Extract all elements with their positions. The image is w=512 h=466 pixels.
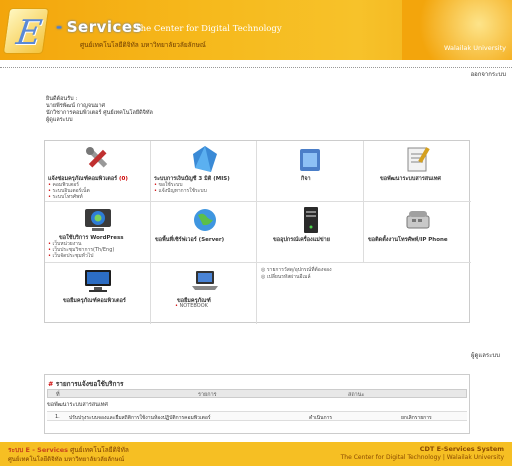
welcome-box: ยินดีต้อนรับ : นายพีรพัฒน์ กาญจนมาศ นักว… — [46, 96, 153, 124]
service-phone-title[interactable]: ขอติดตั้งงานโทรศัพท์/IP Phone — [368, 236, 448, 244]
footer-right-line2: The Center for Digital Technology | Wala… — [340, 454, 504, 461]
university-name: Walailak University — [444, 44, 506, 52]
report-header: ที่ รายการ สถานะ — [47, 389, 467, 398]
table-row: 1. ปรับปรุงระบบจองและยืมสถิติการใช้งานห้… — [47, 411, 467, 421]
brand-name: Services — [66, 18, 143, 36]
service-dev-title[interactable]: ขอพัฒนาระบบสารสนเทศ — [380, 175, 441, 183]
footer: ระบบ E - Services ศูนย์เทคโนโลยีดิจิทัล … — [0, 442, 512, 466]
request-report: # รายการแจ้งขอใช้บริการ ที่ รายการ สถานะ… — [44, 374, 470, 434]
logo-letter: E — [13, 13, 45, 53]
user-role: ผู้ดูแลระบบ — [46, 117, 73, 123]
extra-links-list: ◎ รายการวัสดุ/อุปกรณ์ที่ต้องจอง ◎ เปลี่ย… — [261, 267, 332, 281]
service-laptop-list: NOTEBOOK — [175, 303, 208, 309]
row-status: ดำเนินการ — [309, 415, 333, 421]
service-repair[interactable]: แจ้งซ่อมครุภัณฑ์คอมพิวเตอร์ (0) คอมพิวเต… — [45, 141, 151, 202]
footer-center-name: ศูนย์เทคโนโลยีดิจิทัล — [70, 446, 129, 454]
report-hash: # — [48, 380, 54, 388]
service-mis[interactable]: ระบบการเงินบัญชี 3 มิติ (MIS) ขอใช้ระบบ … — [151, 141, 257, 202]
header-banner: E - Services The Center for Digital Techn… — [0, 0, 512, 60]
col-item: รายการ — [198, 392, 217, 398]
e-services-logo[interactable]: E — [2, 8, 50, 54]
service-desktop-title[interactable]: ขอยืมครุภัณฑ์คอมพิวเตอร์ — [63, 297, 126, 305]
user-position: นักวิชาการคอมพิวเตอร์ ศูนย์เทคโนโลยีดิจิ… — [46, 110, 153, 116]
service-server[interactable]: ขอพื้นที่เซิร์ฟเวอร์ (Server) — [151, 202, 257, 263]
laptop-item-notebook[interactable]: NOTEBOOK — [175, 303, 208, 309]
repair-item-phone[interactable]: ระบบโทรศัพท์ — [48, 194, 90, 200]
service-wordpress-list: เว็บหน่วยงาน เว็บประชุมวิชาการ(Th/Eng) เ… — [48, 241, 115, 259]
col-status: สถานะ — [348, 392, 365, 398]
report-group: ขอพัฒนาระบบสารสนเทศ — [47, 402, 108, 408]
brand-dash: - — [56, 18, 63, 36]
service-mis-list: ขอใช้ระบบ แจ้งปัญหาการใช้ระบบ — [154, 182, 207, 194]
service-dev[interactable]: ขอพัฒนาระบบสารสนเทศ — [364, 141, 471, 202]
col-no: ที่ — [56, 392, 60, 398]
laptop-icon — [192, 271, 218, 290]
link-booking[interactable]: ◎ รายการวัสดุ/อุปกรณ์ที่ต้องจอง — [261, 267, 332, 274]
report-title-text: รายการแจ้งขอใช้บริการ — [55, 380, 124, 388]
user-name: นายพีรพัฒน์ กาญจนมาศ — [46, 103, 106, 109]
service-wordpress[interactable]: ขอใช้บริการ WordPress เว็บหน่วยงาน เว็บป… — [45, 202, 151, 263]
desktop-icon — [85, 270, 111, 292]
header-decoration: Walailak University — [402, 0, 512, 60]
link-password-label: เปลี่ยนรหัสผ่านอีเมล์ — [266, 274, 311, 280]
notepad-icon — [407, 147, 430, 172]
repair-count-badge: (0) — [119, 176, 128, 182]
service-laptop[interactable]: ขอยืมครุภัณฑ์ NOTEBOOK — [151, 263, 257, 324]
footer-right-line1: CDT E-Services System — [419, 445, 504, 453]
logout-row: ออกจากระบบ — [0, 68, 512, 78]
phone-icon — [406, 211, 430, 229]
service-folder[interactable]: กิจา — [257, 141, 364, 202]
org-thai: ศูนย์เทคโนโลยีดิจิทัล มหาวิทยาลัยวลัยลัก… — [80, 41, 206, 49]
service-repair-list: คอมพิวเตอร์ ระบบอินเตอร์เน็ต ระบบโทรศัพท… — [48, 182, 90, 200]
service-hosting-title[interactable]: ขออุปกรณ์เครื่องแม่ข่าย — [273, 236, 330, 244]
services-grid: แจ้งซ่อมครุภัณฑ์คอมพิวเตอร์ (0) คอมพิวเต… — [44, 140, 471, 324]
service-phone[interactable]: ขอติดตั้งงานโทรศัพท์/IP Phone — [364, 202, 471, 263]
service-server-title[interactable]: ขอพื้นที่เซิร์ฟเวอร์ (Server) — [155, 236, 224, 244]
cancel-button[interactable]: ยกเลิกรายการ — [401, 414, 432, 422]
admin-label[interactable]: ผู้ดูแลระบบ — [471, 350, 500, 360]
wp-item-general[interactable]: เว็บจัดประชุมทั่วไป — [48, 253, 114, 259]
link-booking-label: รายการวัสดุ/อุปกรณ์ที่ต้องจอง — [266, 267, 332, 273]
welcome-greeting: ยินดีต้อนรับ : — [46, 96, 78, 102]
row-item[interactable]: ปรับปรุงระบบจองและยืมสถิติการใช้งานห้องป… — [69, 414, 211, 422]
tagline: The Center for Digital Technology — [135, 24, 282, 34]
tools-icon — [86, 147, 108, 168]
logout-link[interactable]: ออกจากระบบ — [471, 69, 506, 79]
service-desktop[interactable]: ขอยืมครุภัณฑ์คอมพิวเตอร์ — [45, 263, 151, 324]
top-divider — [0, 60, 512, 68]
service-folder-title[interactable]: กิจา — [301, 175, 311, 183]
server-icon — [304, 207, 318, 233]
row-no: 1. — [55, 414, 60, 420]
wordpress-icon — [85, 209, 111, 231]
link-change-password[interactable]: ◎ เปลี่ยนรหัสผ่านอีเมล์ — [261, 274, 332, 281]
brand-title: - Services — [56, 18, 142, 36]
footer-system-name: ระบบ E - Services — [8, 446, 69, 454]
mis-icon — [193, 146, 217, 172]
globe-icon — [194, 209, 216, 231]
extra-links: ◎ รายการวัสดุ/อุปกรณ์ที่ต้องจอง ◎ เปลี่ย… — [257, 263, 471, 324]
report-title: # รายการแจ้งขอใช้บริการ — [48, 379, 124, 389]
footer-left-line2: ศูนย์เทคโนโลยีดิจิทัล มหาวิทยาลัยวลัยลัก… — [8, 456, 125, 463]
mis-item-issue[interactable]: แจ้งปัญหาการใช้ระบบ — [154, 188, 207, 194]
folder-icon — [300, 149, 320, 171]
service-hosting[interactable]: ขออุปกรณ์เครื่องแม่ข่าย — [257, 202, 364, 263]
